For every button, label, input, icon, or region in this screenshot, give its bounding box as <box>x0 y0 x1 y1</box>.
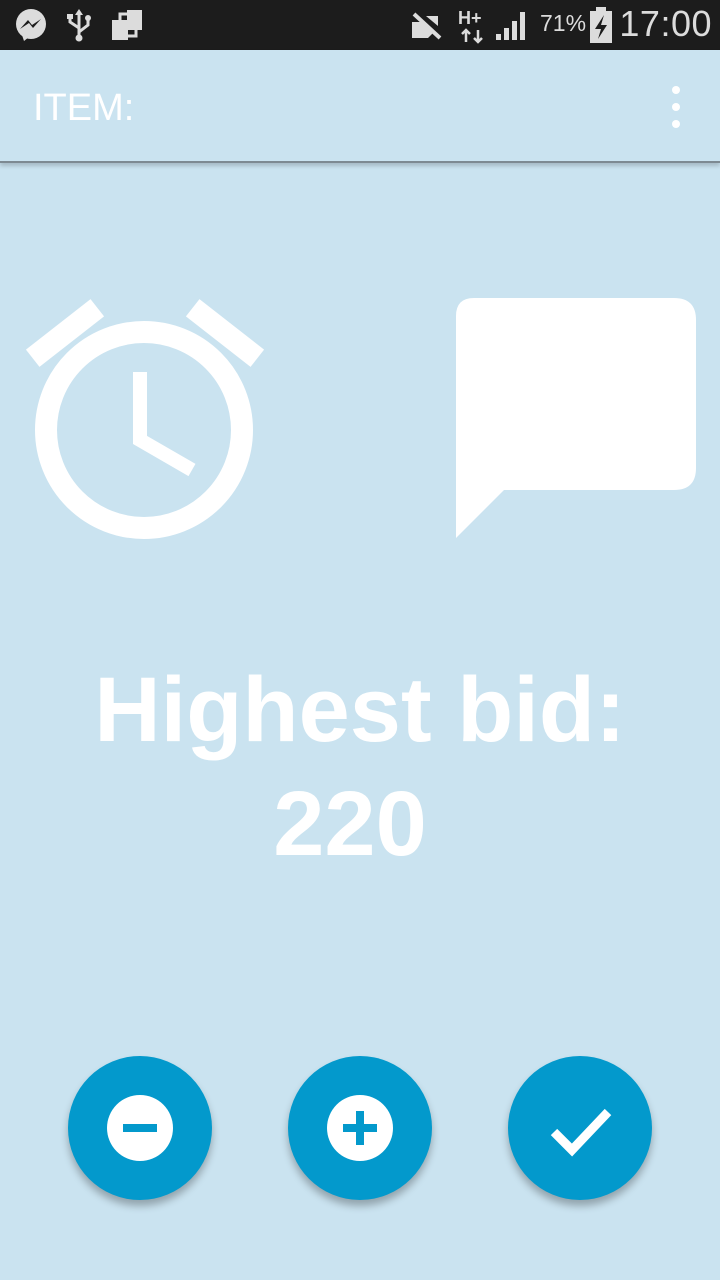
status-clock: 17:00 <box>619 3 712 44</box>
gallery-icon <box>112 10 142 40</box>
network-hplus-icon: H+ <box>458 8 483 44</box>
highest-bid-label: Highest bid: <box>94 659 626 761</box>
mute-icon <box>412 12 442 40</box>
minus-circle-icon <box>107 1095 173 1161</box>
status-bar: H+ 71% 17:00 <box>0 0 720 50</box>
plus-circle-icon <box>327 1095 393 1161</box>
confirm-bid-button[interactable] <box>508 1056 652 1200</box>
chat-bubble-icon[interactable] <box>452 294 698 540</box>
more-vert-icon[interactable] <box>662 86 690 128</box>
battery-percent: 71% <box>540 10 587 36</box>
usb-icon <box>67 9 91 42</box>
increase-bid-button[interactable] <box>288 1056 432 1200</box>
battery-charging-icon <box>590 7 612 43</box>
signal-icon <box>496 12 525 40</box>
messenger-icon <box>16 9 46 41</box>
page-title: ITEM: <box>33 87 135 129</box>
svg-text:H+: H+ <box>458 8 482 28</box>
app-bar: ITEM: <box>0 50 720 163</box>
alarm-clock-icon[interactable] <box>20 292 270 542</box>
highest-bid-value: 220 <box>273 773 427 875</box>
decrease-bid-button[interactable] <box>68 1056 212 1200</box>
check-icon <box>550 1108 612 1157</box>
